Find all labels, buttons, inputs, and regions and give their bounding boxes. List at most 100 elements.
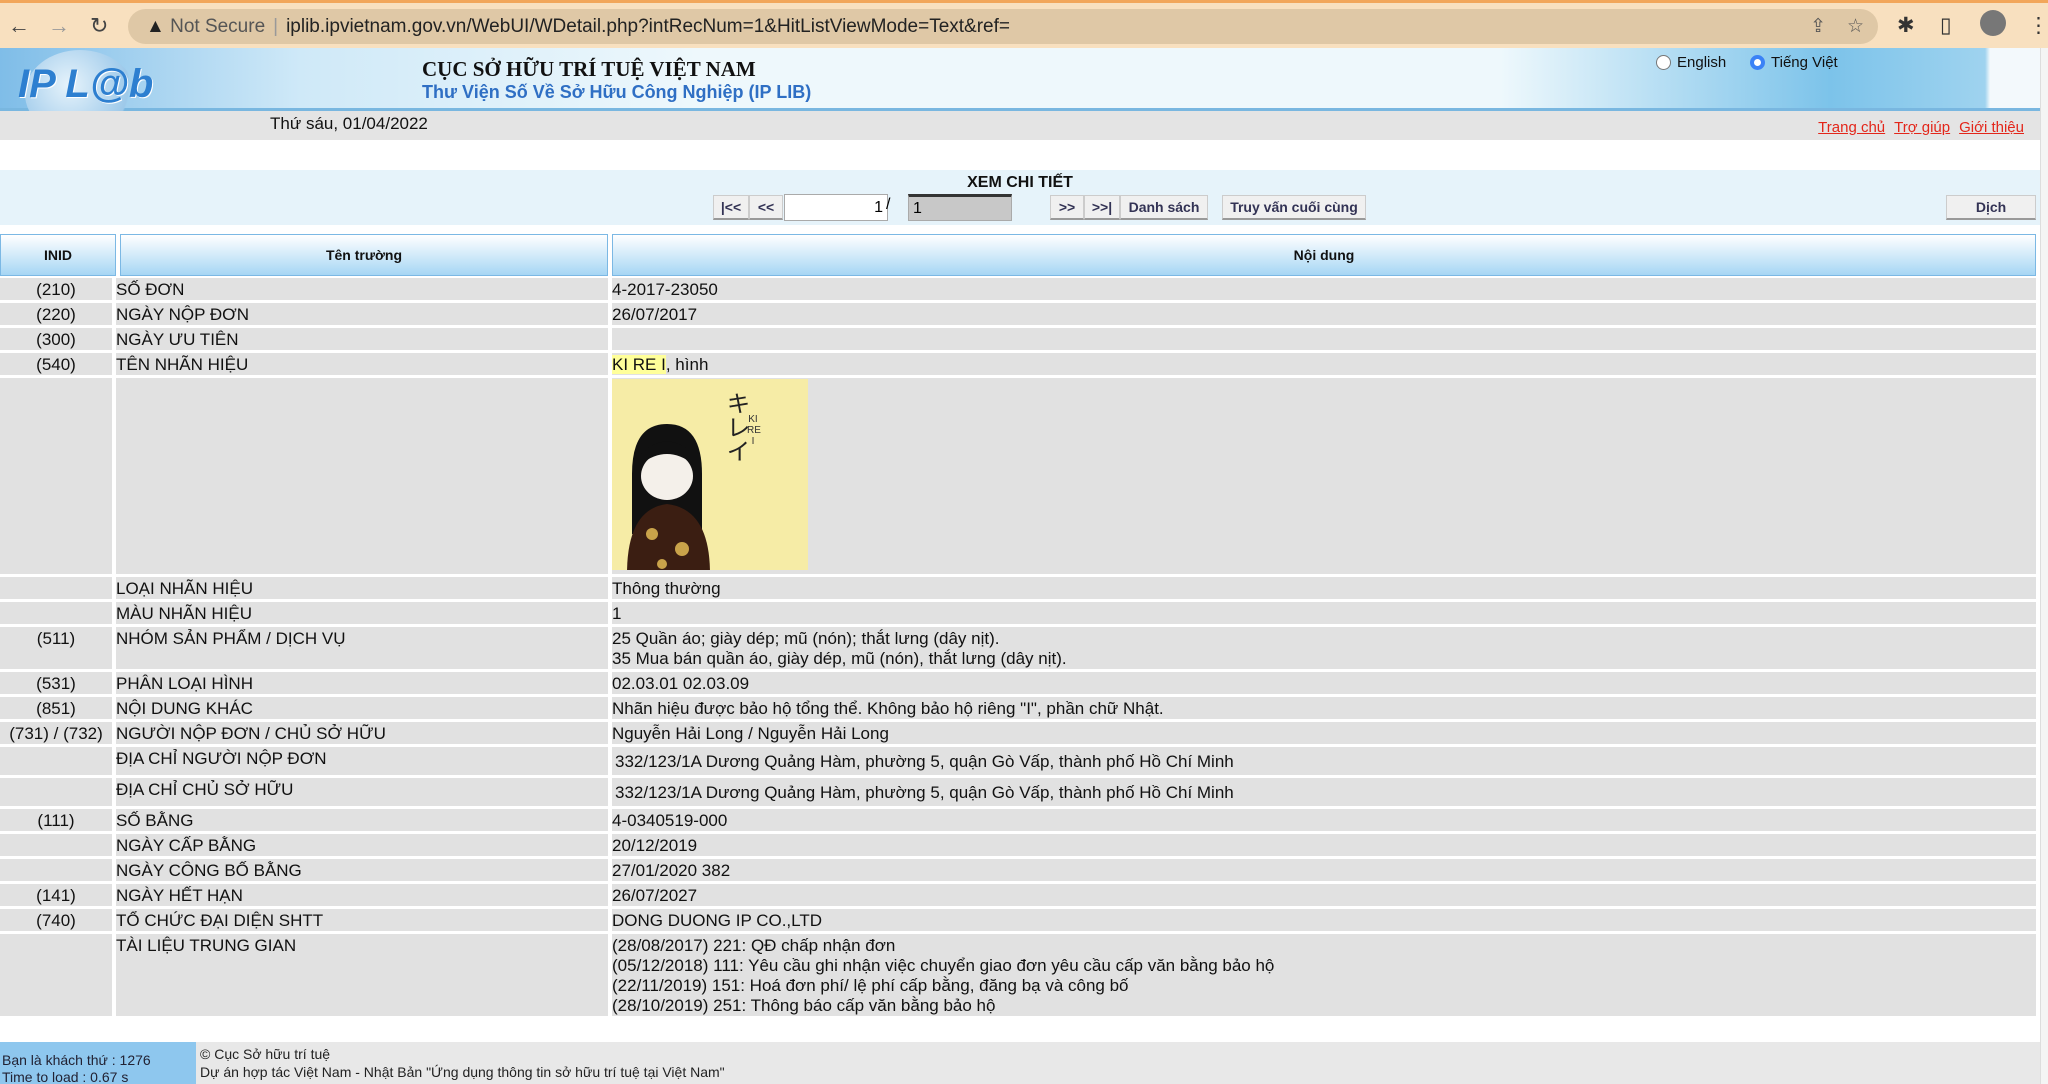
content-line: (28/08/2017) 221: QĐ chấp nhận đơn bbox=[612, 936, 896, 955]
content-cell: キレイ KI RE I bbox=[612, 378, 2036, 574]
visitor-count: Bạn là khách thứ : 1276 bbox=[2, 1052, 151, 1068]
content-line: (05/12/2018) 111: Yêu cầu ghi nhận việc … bbox=[612, 956, 1275, 975]
browser-toolbar: ← → ↻ ▲ Not Secure | iplib.ipvietnam.gov.v… bbox=[0, 0, 2048, 48]
page-title: XEM CHI TIẾT bbox=[967, 174, 1073, 191]
project-note: Dự án hợp tác Việt Nam - Nhật Bản "Ứng d… bbox=[200, 1064, 725, 1080]
field-name-cell: MÀU NHÃN HIỆU bbox=[116, 602, 612, 624]
visitor-info: Bạn là khách thứ : 1276 Time to load : 0.… bbox=[0, 1042, 196, 1084]
last-query-button[interactable]: Truy vấn cuối cùng bbox=[1222, 195, 1366, 220]
library-subtitle: Thư Viện Số Về Sở Hữu Công Nghiệp (IP LI… bbox=[422, 82, 812, 102]
lang-label: English bbox=[1677, 54, 1727, 71]
inid-cell: (210) bbox=[0, 278, 116, 300]
table-row: (851) NỘI DUNG KHÁC Nhãn hiệu được bảo hộ … bbox=[0, 697, 2036, 719]
top-links: Trang chủ Trợ giúp Giới thiệu bbox=[1818, 119, 2024, 136]
list-button[interactable]: Danh sách bbox=[1120, 195, 1208, 220]
total-pages-field bbox=[908, 194, 1012, 221]
side-panel-icon[interactable]: ▯ bbox=[1940, 13, 1952, 38]
page-separator: / bbox=[886, 196, 891, 213]
load-time: Time to load : 0.67 s bbox=[2, 1069, 129, 1084]
inid-cell: (220) bbox=[0, 303, 116, 325]
table-row: キレイ KI RE I bbox=[0, 378, 2036, 574]
translate-button[interactable]: Dịch bbox=[1946, 195, 2036, 220]
inid-cell: (511) bbox=[0, 627, 116, 669]
content-cell: 4-0340519-000 bbox=[612, 809, 2036, 831]
bookmark-star-icon[interactable]: ☆ bbox=[1847, 9, 1864, 44]
table-row: (220) NGÀY NỘP ĐƠN 26/07/2017 bbox=[0, 303, 2036, 325]
next-page-button[interactable]: >> bbox=[1050, 195, 1084, 220]
last-page-button[interactable]: >>| bbox=[1084, 195, 1120, 220]
address-bar[interactable]: ▲ Not Secure | iplib.ipvietnam.gov.vn/WebU… bbox=[128, 9, 1878, 44]
field-name-cell: ĐỊA CHỈ CHỦ SỞ HỮU bbox=[116, 778, 612, 806]
inid-cell: (540) bbox=[0, 353, 116, 375]
content-line: 02.03.01 02.03.09 bbox=[612, 674, 750, 693]
table-row: TÀI LIỆU TRUNG GIAN (28/08/2017) 221: QĐ … bbox=[0, 934, 2036, 1016]
iplib-logo[interactable]: IP L@b bbox=[18, 62, 153, 107]
table-row: NGÀY CẤP BẰNG 20/12/2019 bbox=[0, 834, 2036, 856]
share-icon[interactable]: ⇪ bbox=[1810, 9, 1826, 44]
link-home[interactable]: Trang chủ bbox=[1818, 119, 1885, 136]
back-icon[interactable]: ← bbox=[8, 13, 30, 39]
inid-cell bbox=[0, 602, 116, 624]
inid-cell bbox=[0, 778, 116, 806]
page-number-input[interactable] bbox=[784, 194, 888, 221]
site-banner bbox=[0, 48, 2048, 111]
field-name-cell: TỔ CHỨC ĐẠI DIỆN SHTT bbox=[116, 909, 612, 931]
link-help[interactable]: Trợ giúp bbox=[1894, 119, 1950, 136]
inid-cell: (141) bbox=[0, 884, 116, 906]
content-line: 332/123/1A Dương Quảng Hàm, phường 5, qu… bbox=[615, 752, 1234, 771]
content-line: (22/11/2019) 151: Hoá đơn phí/ lệ phí cấ… bbox=[612, 976, 1129, 995]
table-row: NGÀY CÔNG BỐ BẰNG 27/01/2020 382 bbox=[0, 859, 2036, 881]
lang-english-radio[interactable]: English bbox=[1656, 54, 1726, 71]
reload-icon[interactable]: ↻ bbox=[90, 13, 108, 39]
field-name-cell: PHÂN LOẠI HÌNH bbox=[116, 672, 612, 694]
extensions-icon[interactable]: ✱ bbox=[1897, 13, 1915, 38]
inid-cell bbox=[0, 577, 116, 599]
field-name-cell: NGÀY CẤP BẰNG bbox=[116, 834, 612, 856]
field-name-cell bbox=[116, 378, 612, 574]
radio-selected-icon[interactable] bbox=[1750, 55, 1765, 70]
inid-cell: (740) bbox=[0, 909, 116, 931]
inid-cell: (851) bbox=[0, 697, 116, 719]
scrollbar[interactable] bbox=[2040, 48, 2048, 1084]
inid-cell bbox=[0, 934, 116, 1016]
content-line: 20/12/2019 bbox=[612, 836, 698, 855]
content-cell: 27/01/2020 382 bbox=[612, 859, 2036, 881]
radio-icon[interactable] bbox=[1656, 55, 1671, 70]
content-line: 35 Mua bán quần áo, giày dép, mũ (nón), … bbox=[612, 649, 1067, 668]
profile-avatar[interactable] bbox=[1980, 10, 2006, 36]
content-line: Thông thường bbox=[612, 579, 721, 598]
content-line: Nguyễn Hải Long / Nguyễn Hải Long bbox=[612, 724, 889, 743]
field-name-cell: SỐ BẰNG bbox=[116, 809, 612, 831]
first-page-button[interactable]: |<< bbox=[713, 195, 749, 220]
trademark-image: キレイ KI RE I bbox=[612, 379, 808, 570]
content-cell: Nhãn hiệu được bảo hộ tổng thể. Không bả… bbox=[612, 697, 2036, 719]
table-row: MÀU NHÃN HIỆU 1 bbox=[0, 602, 2036, 624]
field-name-cell: TÊN NHÃN HIỆU bbox=[116, 353, 612, 375]
content-cell: 332/123/1A Dương Quảng Hàm, phường 5, qu… bbox=[612, 778, 2036, 806]
content-cell: KI RE I, hình bbox=[612, 353, 2036, 375]
field-name-cell: TÀI LIỆU TRUNG GIAN bbox=[116, 934, 612, 1016]
latin-mark-text: KI RE I bbox=[747, 414, 761, 447]
content-cell: 4-2017-23050 bbox=[612, 278, 2036, 300]
content-line: 1 bbox=[612, 604, 622, 623]
content-cell bbox=[612, 328, 2036, 350]
table-row: (300) NGÀY ƯU TIÊN bbox=[0, 328, 2036, 350]
copyright: © Cục Sở hữu trí tuệ bbox=[200, 1046, 331, 1062]
table-row: (740) TỔ CHỨC ĐẠI DIỆN SHTT DONG DUONG IP … bbox=[0, 909, 2036, 931]
mark-name-highlight: KI RE I bbox=[612, 355, 666, 374]
link-about[interactable]: Giới thiệu bbox=[1959, 119, 2024, 136]
field-name-cell: NGÀY HẾT HẠN bbox=[116, 884, 612, 906]
agency-title: CỤC SỞ HỮU TRÍ TUỆ VIỆT NAM bbox=[422, 57, 756, 81]
field-name-cell: LOẠI NHÃN HIỆU bbox=[116, 577, 612, 599]
forward-icon[interactable]: → bbox=[48, 13, 70, 39]
content-line: 26/07/2017 bbox=[612, 305, 698, 324]
content-cell: 332/123/1A Dương Quảng Hàm, phường 5, qu… bbox=[612, 747, 2036, 775]
content-cell: DONG DUONG IP CO.,LTD bbox=[612, 909, 2036, 931]
table-row: ĐỊA CHỈ NGƯỜI NỘP ĐƠN 332/123/1A Dương Qu… bbox=[0, 747, 2036, 775]
table-row: ĐỊA CHỈ CHỦ SỞ HỮU 332/123/1A Dương Quảng… bbox=[0, 778, 2036, 806]
lang-vietnamese-radio[interactable]: Tiếng Việt bbox=[1750, 54, 1838, 71]
table-row: (540) TÊN NHÃN HIỆU KI RE I, hình bbox=[0, 353, 2036, 375]
inid-cell: (300) bbox=[0, 328, 116, 350]
menu-icon[interactable]: ⋮ bbox=[2028, 13, 2048, 38]
prev-page-button[interactable]: << bbox=[749, 195, 783, 220]
